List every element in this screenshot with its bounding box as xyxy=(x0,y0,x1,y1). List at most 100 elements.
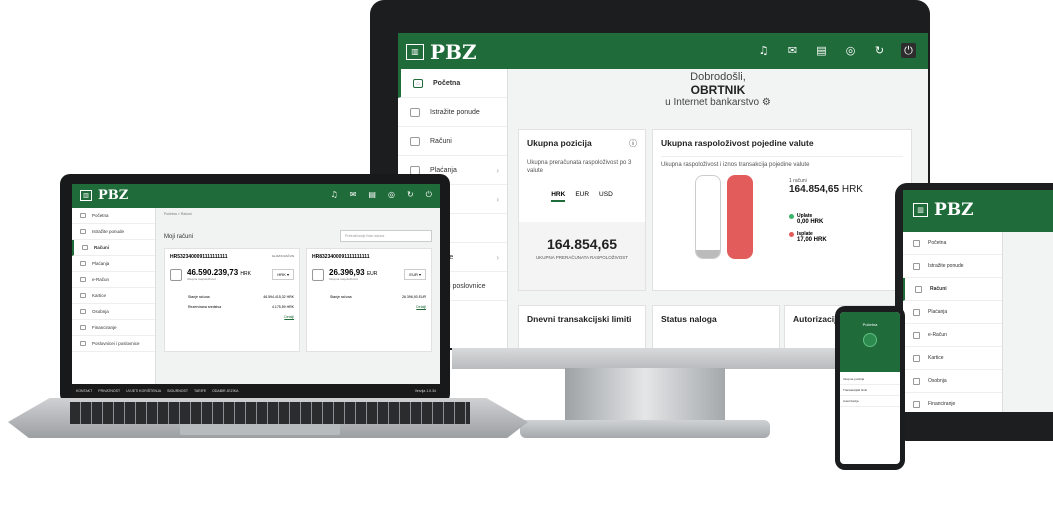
currency-select[interactable]: HRK ▾ xyxy=(272,269,294,280)
footer-link[interactable]: KONTAKT xyxy=(76,389,92,393)
home-icon: ⌂ xyxy=(413,78,423,88)
wallet-icon xyxy=(82,245,88,250)
total-amount-label: UKUPNA PRERAČUNATA RASPOLOŽIVOST xyxy=(535,255,629,260)
list-item[interactable]: Autorizacija xyxy=(840,396,900,407)
phone-screen: Početna Ukupna pozicija Transakcijski li… xyxy=(840,312,900,464)
refresh-icon[interactable]: ↻ xyxy=(407,190,414,200)
list-item[interactable]: Ukupna pozicija xyxy=(840,374,900,385)
payin-dot-icon xyxy=(789,213,794,219)
pbz-logo-text: PBZ xyxy=(934,200,974,220)
balance-label: Stanje računa xyxy=(188,295,210,299)
account-card[interactable]: HR8323400091111111111 26.396,93 EUR Ukup… xyxy=(306,248,432,352)
logout-icon[interactable]: ⏻ xyxy=(901,43,916,58)
messages-icon[interactable]: ✉ xyxy=(785,43,800,58)
sidebar-label: Računi xyxy=(94,245,110,250)
sidebar-item-placanja[interactable]: Plaćanja xyxy=(72,256,155,272)
notifications-bell-icon[interactable]: ♫ xyxy=(331,190,338,200)
card-subtitle: Ukupna preračunata raspoloživost po 3 va… xyxy=(527,160,632,174)
home-icon xyxy=(913,239,920,247)
sidebar-item-financiranje[interactable]: Financiranje xyxy=(903,393,1002,412)
footer-link[interactable]: SIGURNOST xyxy=(167,389,188,393)
sidebar-item-pocetna[interactable]: ⌂ Početna xyxy=(398,69,507,98)
messages-icon[interactable]: ✉ xyxy=(350,190,357,200)
account-currency: HRK xyxy=(240,271,251,277)
sidebar-item-poslovnice[interactable]: Poslovnicei i poslovnice xyxy=(72,336,155,352)
reserved-label: Rezervirana sredstva xyxy=(188,305,222,309)
footer-link[interactable]: TARIFE xyxy=(194,389,206,393)
account-amount: 46.590.239,73 xyxy=(187,268,239,277)
document-icon[interactable]: ▤ xyxy=(368,190,376,200)
invoice-icon xyxy=(913,331,920,339)
notifications-bell-icon[interactable]: ♫ xyxy=(756,43,771,58)
tab-hrk[interactable]: HRK xyxy=(551,191,566,202)
order-status-card[interactable]: Status naloga xyxy=(652,305,780,348)
pbz-logo[interactable]: ▥ PBZ xyxy=(406,40,477,64)
details-link[interactable]: Detalji xyxy=(312,305,426,309)
welcome-subtitle: u Internet bankarstvo ⚙ xyxy=(665,97,771,108)
pbz-logo-text: PBZ xyxy=(430,40,477,64)
welcome-greeting: Dobrodošli, xyxy=(690,71,746,83)
card-icon xyxy=(80,293,86,298)
sidebar-item-osobnja[interactable]: Osobnja xyxy=(72,304,155,320)
list-item-label: Autorizacija xyxy=(843,399,859,403)
app-header: ▥ PBZ xyxy=(903,190,1053,232)
sidebar-label: Početna xyxy=(92,213,109,218)
account-iban: HR5323400091111111111 xyxy=(170,254,228,260)
settings-icon[interactable]: ◎ xyxy=(843,43,858,58)
sidebar-item-istrazite[interactable]: Istražite ponude xyxy=(398,98,507,127)
app-header: ▥ PBZ ♫ ✉ ▤ ◎ ↻ ⏻ xyxy=(72,184,440,208)
invoice-icon xyxy=(80,277,86,282)
laptop-trackpad xyxy=(180,424,340,435)
card-title: Dnevni transakcijski limiti xyxy=(527,314,632,324)
sidebar-item-istrazite[interactable]: Istražite ponude xyxy=(903,255,1002,278)
payin-amount: 0,00 HRK xyxy=(797,219,824,225)
list-item[interactable]: Transakcijski limiti xyxy=(840,385,900,396)
sidebar-item-kartice[interactable]: Kartice xyxy=(72,288,155,304)
info-icon[interactable]: ⓘ xyxy=(629,138,637,149)
sidebar-item-eracun[interactable]: e-Račun xyxy=(903,324,1002,347)
sidebar-label: Početna xyxy=(928,240,947,246)
card-title: Ukupna raspoloživost pojedine valute xyxy=(661,138,814,148)
settings-icon[interactable]: ◎ xyxy=(388,190,395,200)
breadcrumb[interactable]: Početna > Računi xyxy=(164,212,192,216)
savings-icon xyxy=(913,377,920,385)
sidebar-item-istrazite[interactable]: Istražite ponude xyxy=(72,224,155,240)
sidebar-item-racuni[interactable]: Računi xyxy=(72,240,155,256)
sidebar-item-racuni[interactable]: Računi xyxy=(903,278,1002,301)
logout-icon[interactable]: ⏻ xyxy=(426,190,432,200)
pbz-logo-icon: ▥ xyxy=(913,203,928,217)
pbz-logo-icon: ▥ xyxy=(406,44,424,60)
card-title: Status naloga xyxy=(661,314,717,324)
sidebar-item-placanja[interactable]: Plaćanja xyxy=(903,301,1002,324)
sidebar-item-pocetna[interactable]: Početna xyxy=(72,208,155,224)
document-icon[interactable]: ▤ xyxy=(814,43,829,58)
details-link[interactable]: Detalji xyxy=(170,315,294,319)
sidebar-label: Poslovnicei i poslovnice xyxy=(92,341,140,346)
account-card[interactable]: HR5323400091111111111 GLAVNI RAČUN 46.590… xyxy=(164,248,300,352)
laptop-keyboard xyxy=(70,402,470,424)
settings-icon[interactable]: ⚙ xyxy=(762,97,771,108)
list-item-label: Ukupna pozicija xyxy=(843,377,865,381)
sidebar-item-osobnja[interactable]: Osobnja xyxy=(903,370,1002,393)
daily-limits-card[interactable]: Dnevni transakcijski limiti xyxy=(518,305,646,348)
sidebar-item-kartice[interactable]: Kartice xyxy=(903,347,1002,370)
finance-icon xyxy=(913,400,920,408)
search-input[interactable]: Pretraživanje lista računa xyxy=(340,230,432,242)
balance-value: 46.594.415,32 HRK xyxy=(263,295,294,299)
pbz-logo[interactable]: ▥ PBZ xyxy=(913,200,974,220)
sidebar-item-racuni[interactable]: Računi xyxy=(398,127,507,156)
sidebar-item-pocetna[interactable]: Početna xyxy=(903,232,1002,255)
play-icon[interactable] xyxy=(863,333,877,347)
footer-link[interactable]: UVJETI KORIŠTENJA xyxy=(126,389,161,393)
currency-select[interactable]: EUR ▾ xyxy=(404,269,426,280)
home-icon xyxy=(80,213,86,218)
sidebar-item-financiranje[interactable]: Financiranje xyxy=(72,320,155,336)
footer-link[interactable]: PRIVATNOST xyxy=(98,389,120,393)
tab-usd[interactable]: USD xyxy=(599,191,613,202)
refresh-icon[interactable]: ↻ xyxy=(872,43,887,58)
pbz-logo[interactable]: ▥ PBZ xyxy=(80,188,128,203)
tab-eur[interactable]: EUR xyxy=(575,191,589,202)
monitor-base xyxy=(520,420,770,438)
sidebar-item-eracun[interactable]: e-Račun xyxy=(72,272,155,288)
footer-link[interactable]: ODABIR JEZIKA xyxy=(212,389,238,393)
